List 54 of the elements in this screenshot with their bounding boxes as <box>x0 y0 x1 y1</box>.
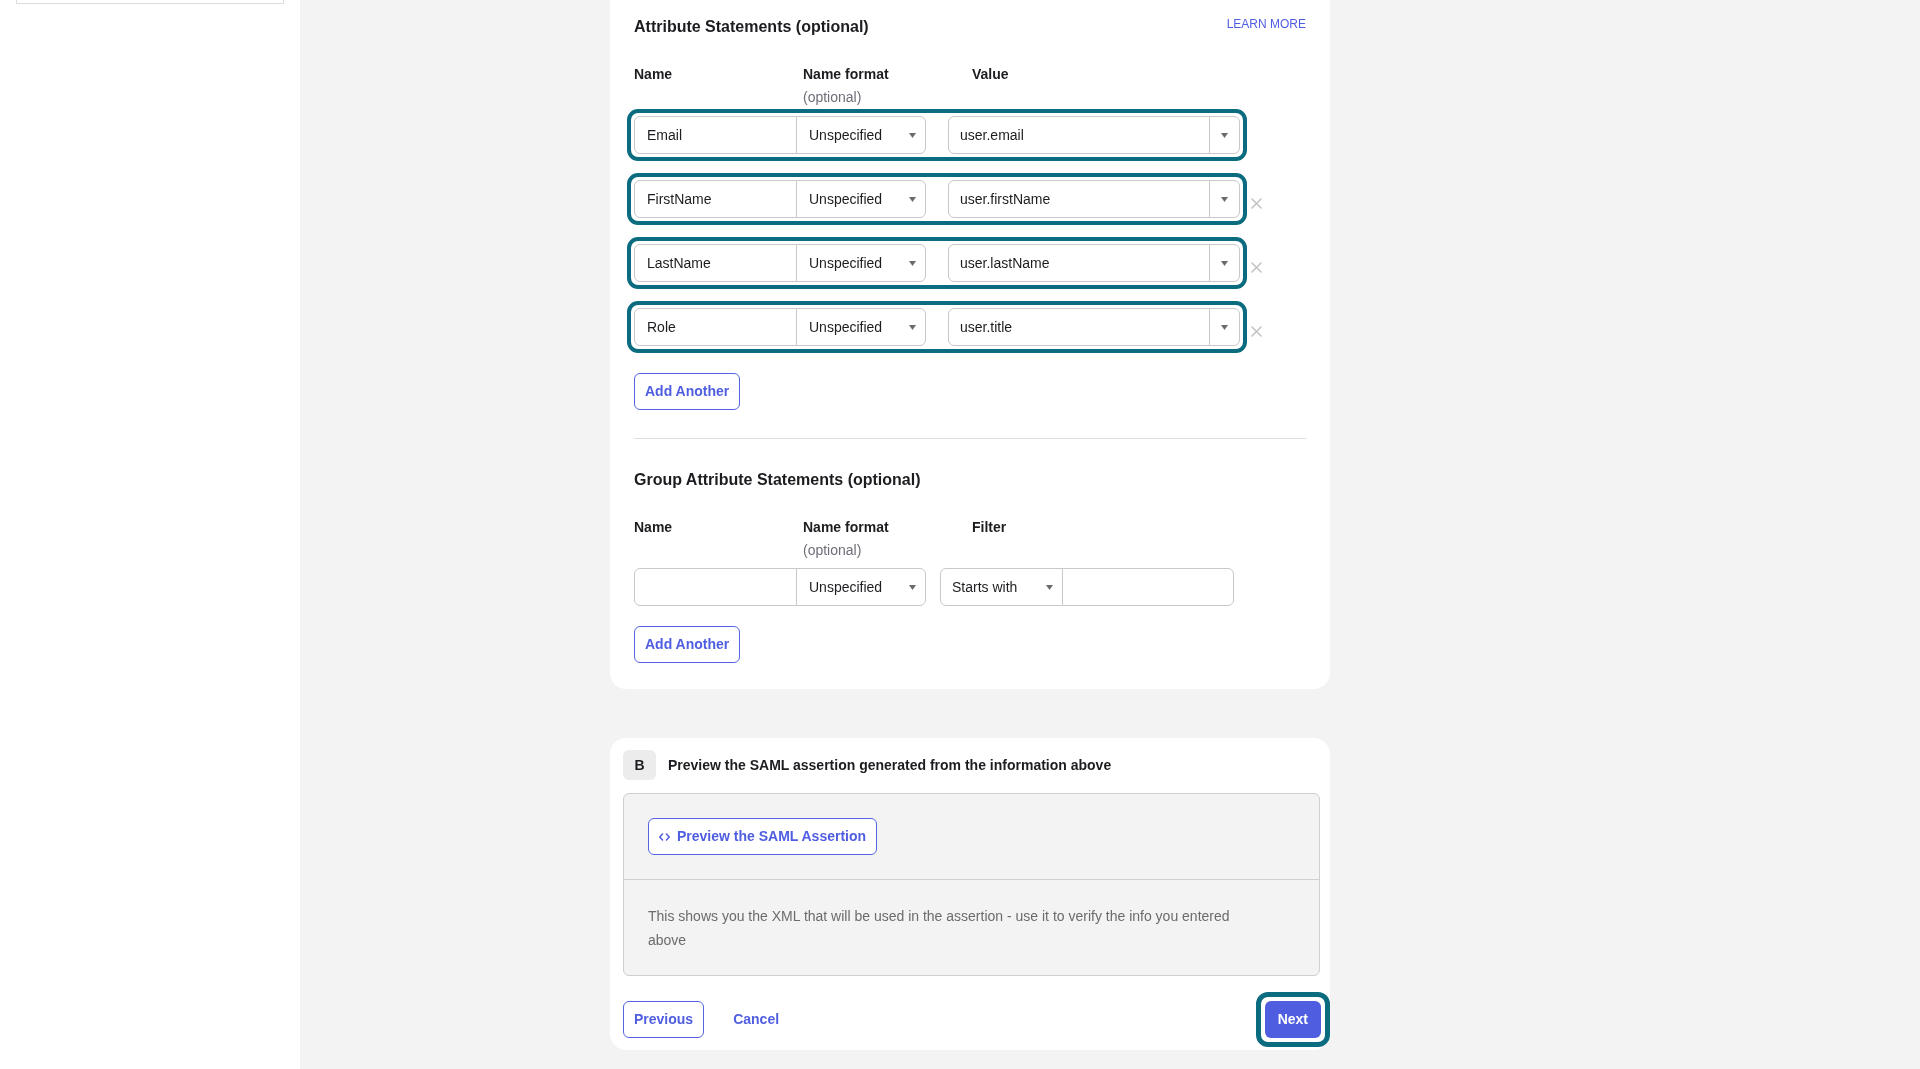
description-text: This shows you the XML that will be used in the assertion - use it to verify the info you entered above <box>648 907 1231 950</box>
column-header: Name <box>634 518 674 537</box>
dropdown-toggle[interactable] <box>1209 116 1240 154</box>
name-input[interactable]: Email <box>634 116 797 154</box>
section-title: Preview the SAML assertion generated from the information above <box>668 755 1112 775</box>
column-header: Name format <box>803 65 890 84</box>
name-format-select[interactable]: Unspecified <box>796 116 926 154</box>
value-input[interactable]: user.title <box>948 308 1210 346</box>
close-icon[interactable] <box>1251 261 1262 273</box>
caret-icon <box>909 196 916 202</box>
name-format-select[interactable]: Unspecified <box>796 244 926 282</box>
caret-icon <box>909 132 916 138</box>
learn-more-link[interactable]: LEARN MORE <box>1226 16 1306 32</box>
preview-button[interactable]: Preview the SAML Assertion <box>648 818 878 855</box>
cancel-button[interactable]: Cancel <box>723 1001 790 1038</box>
code-icon <box>659 832 670 841</box>
value-input[interactable]: user.email <box>948 116 1210 154</box>
caret-icon <box>1221 196 1228 202</box>
name-input[interactable]: FirstName <box>634 180 797 218</box>
name-format-select[interactable]: Unspecified <box>796 308 926 346</box>
caret-icon <box>1221 132 1228 138</box>
caret-icon <box>909 260 916 266</box>
name-input[interactable] <box>634 568 797 606</box>
close-icon[interactable] <box>1251 197 1262 209</box>
caret-icon <box>1221 260 1228 266</box>
optional-note: (optional) <box>803 541 863 560</box>
add-another-button[interactable]: Add Another <box>634 626 741 663</box>
add-another-button[interactable]: Add Another <box>634 373 741 410</box>
filter-input[interactable] <box>1062 568 1234 606</box>
caret-icon <box>909 324 916 330</box>
dropdown-toggle[interactable] <box>1209 308 1240 346</box>
column-header: Name format <box>803 518 890 537</box>
close-icon[interactable] <box>1251 325 1262 337</box>
column-header: Name <box>634 65 674 84</box>
step-badge: B <box>623 750 656 780</box>
caret-icon <box>1046 584 1053 590</box>
section-title: Group Attribute Statements (optional) <box>634 470 922 490</box>
dropdown-toggle[interactable] <box>1209 244 1240 282</box>
filter-select[interactable]: Starts with <box>940 568 1063 606</box>
caret-icon <box>1221 324 1228 330</box>
name-input[interactable]: LastName <box>634 244 797 282</box>
dropdown-toggle[interactable] <box>1209 180 1240 218</box>
column-header: Value <box>972 65 1009 84</box>
name-format-select[interactable]: Unspecified <box>796 568 926 606</box>
value-input[interactable]: user.firstName <box>948 180 1210 218</box>
caret-icon <box>909 584 916 590</box>
name-format-select[interactable]: Unspecified <box>796 180 926 218</box>
name-input[interactable]: Role <box>634 308 797 346</box>
column-header: Filter <box>972 518 1007 537</box>
next-button[interactable]: Next <box>1264 1001 1321 1038</box>
optional-note: (optional) <box>803 88 863 107</box>
previous-button[interactable]: Previous <box>623 1001 705 1038</box>
section-title: Attribute Statements (optional) <box>634 17 869 37</box>
value-input[interactable]: user.lastName <box>948 244 1210 282</box>
